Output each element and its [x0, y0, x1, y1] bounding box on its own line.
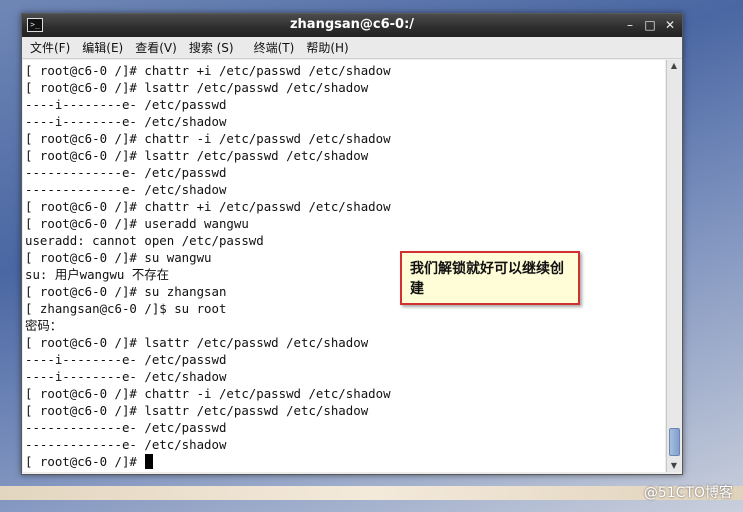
terminal-line: -------------e- /etc/shadow — [25, 437, 227, 452]
scroll-down-icon[interactable]: ▼ — [667, 460, 681, 472]
terminal-line: [ root@c6-0 /]# useradd wangwu — [25, 216, 249, 231]
watermark: @51CTO博客 — [643, 485, 733, 501]
menu-edit[interactable]: 编辑(E) — [82, 39, 123, 56]
menu-file[interactable]: 文件(F) — [30, 39, 70, 56]
scroll-up-icon[interactable]: ▲ — [667, 60, 681, 72]
terminal-line: [ root@c6-0 /]# chattr +i /etc/passwd /e… — [25, 63, 391, 78]
text-cursor — [145, 454, 154, 469]
minimize-icon[interactable]: – — [624, 17, 636, 33]
terminal-line: [ root@c6-0 /]# lsattr /etc/passwd /etc/… — [25, 403, 369, 418]
terminal-line: -------------e- /etc/passwd — [25, 165, 227, 180]
window-title: zhangsan@c6-0:/ — [289, 17, 415, 32]
terminal-line: [ root@c6-0 /]# lsattr /etc/passwd /etc/… — [25, 148, 369, 163]
window-controls: – □ ✕ — [624, 17, 676, 33]
terminal-line: -------------e- /etc/passwd — [25, 420, 227, 435]
terminal-line: [ root@c6-0 /]# chattr +i /etc/passwd /e… — [25, 199, 391, 214]
menu-terminal[interactable]: 终端(T) — [254, 39, 295, 56]
terminal-line: ----i--------e- /etc/passwd — [25, 352, 227, 367]
desktop-background-stripe — [0, 486, 743, 500]
terminal-line: ----i--------e- /etc/shadow — [25, 114, 227, 129]
annotation-callout: 我们解锁就好可以继续创建 — [400, 251, 580, 305]
terminal-line: [ root@c6-0 /]# chattr -i /etc/passwd /e… — [25, 386, 391, 401]
terminal-prompt-line[interactable]: [ root@c6-0 /]# — [25, 453, 665, 470]
menu-bar: 文件(F) 编辑(E) 查看(V) 搜索 (S) 终端(T) 帮助(H) — [22, 37, 682, 59]
maximize-icon[interactable]: □ — [644, 17, 656, 33]
terminal-prompt: [ root@c6-0 /]# — [25, 454, 145, 469]
terminal-line: [ root@c6-0 /]# lsattr /etc/passwd /etc/… — [25, 335, 369, 350]
close-icon[interactable]: ✕ — [664, 17, 676, 33]
menu-search[interactable]: 搜索 (S) — [189, 39, 234, 56]
menu-help[interactable]: 帮助(H) — [306, 39, 348, 56]
scroll-thumb[interactable] — [669, 428, 680, 456]
vertical-scrollbar[interactable]: ▲ ▼ — [666, 60, 681, 472]
terminal-line: ----i--------e- /etc/passwd — [25, 97, 227, 112]
terminal-window: >_ zhangsan@c6-0:/ – □ ✕ 文件(F) 编辑(E) 查看(… — [21, 13, 683, 475]
terminal-line: 密码： — [25, 318, 63, 333]
terminal-line: [ root@c6-0 /]# chattr -i /etc/passwd /e… — [25, 131, 391, 146]
title-bar[interactable]: >_ zhangsan@c6-0:/ – □ ✕ — [22, 14, 682, 37]
menu-view[interactable]: 查看(V) — [135, 39, 177, 56]
terminal-line: useradd: cannot open /etc/passwd — [25, 233, 264, 248]
terminal-line: [ root@c6-0 /]# lsattr /etc/passwd /etc/… — [25, 80, 369, 95]
terminal-line: ----i--------e- /etc/shadow — [25, 369, 227, 384]
terminal-line: -------------e- /etc/shadow — [25, 182, 227, 197]
